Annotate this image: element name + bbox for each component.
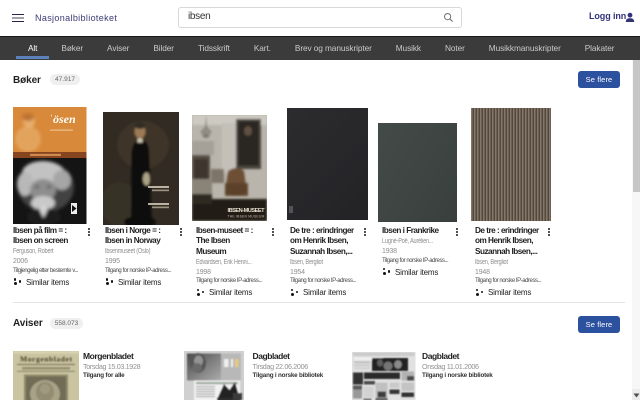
svg-text:ˈösen: ˈösen <box>49 112 76 126</box>
svg-text:IBSEN-MUSEET: IBSEN-MUSEET <box>228 208 266 214</box>
svg-text:Morgenbladet: Morgenbladet <box>19 354 71 363</box>
svg-text:THE IBSEN MUSEUM: THE IBSEN MUSEUM <box>227 214 264 218</box>
